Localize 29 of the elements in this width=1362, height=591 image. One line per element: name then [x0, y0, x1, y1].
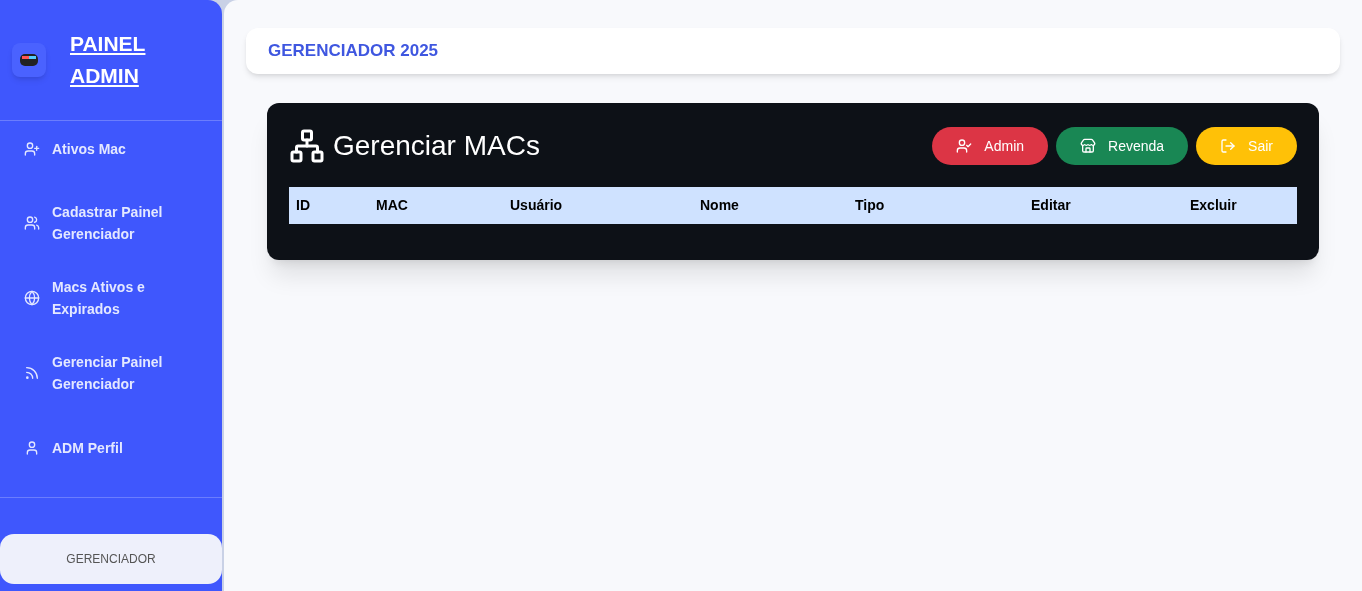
rss-icon — [24, 364, 40, 381]
column-header: Tipo — [854, 196, 886, 215]
network-icon — [289, 128, 325, 164]
action-button[interactable]: Admin — [932, 127, 1049, 165]
column-header: Nome — [699, 196, 740, 215]
nav-item[interactable]: ADM Perfil — [0, 410, 222, 485]
store-icon — [1080, 138, 1097, 154]
gerenciador-button[interactable]: GERENCIADOR — [0, 534, 222, 584]
column-header: Excluir — [1189, 196, 1238, 215]
globe-icon — [24, 289, 40, 306]
user-check-icon — [956, 138, 973, 154]
nav-item[interactable]: Macs Ativos e Expirados — [0, 260, 222, 335]
sidebar-title[interactable]: ADMIN — [70, 60, 146, 92]
column-header: ID — [295, 196, 311, 215]
nav-item[interactable]: Cadastrar Painel Gerenciador — [0, 185, 222, 260]
header-title: GERENCIADOR 2025 — [268, 40, 439, 63]
nav-item[interactable]: Gerenciar Painel Gerenciador — [0, 335, 222, 410]
logout-icon — [1220, 138, 1237, 154]
panel-title: Gerenciar MACs — [333, 129, 540, 163]
user-icon — [24, 439, 40, 456]
users-icon — [24, 214, 40, 231]
logo-icon — [12, 43, 46, 77]
column-header: MAC — [375, 196, 409, 215]
column-header: Editar — [1030, 196, 1072, 215]
user-plus-icon — [24, 141, 40, 157]
column-header: Usuário — [509, 196, 564, 215]
action-button[interactable]: Revenda — [1056, 127, 1189, 165]
nav-item[interactable]: Ativos Mac — [0, 129, 222, 169]
sidebar-title[interactable]: PAINEL — [70, 28, 146, 60]
